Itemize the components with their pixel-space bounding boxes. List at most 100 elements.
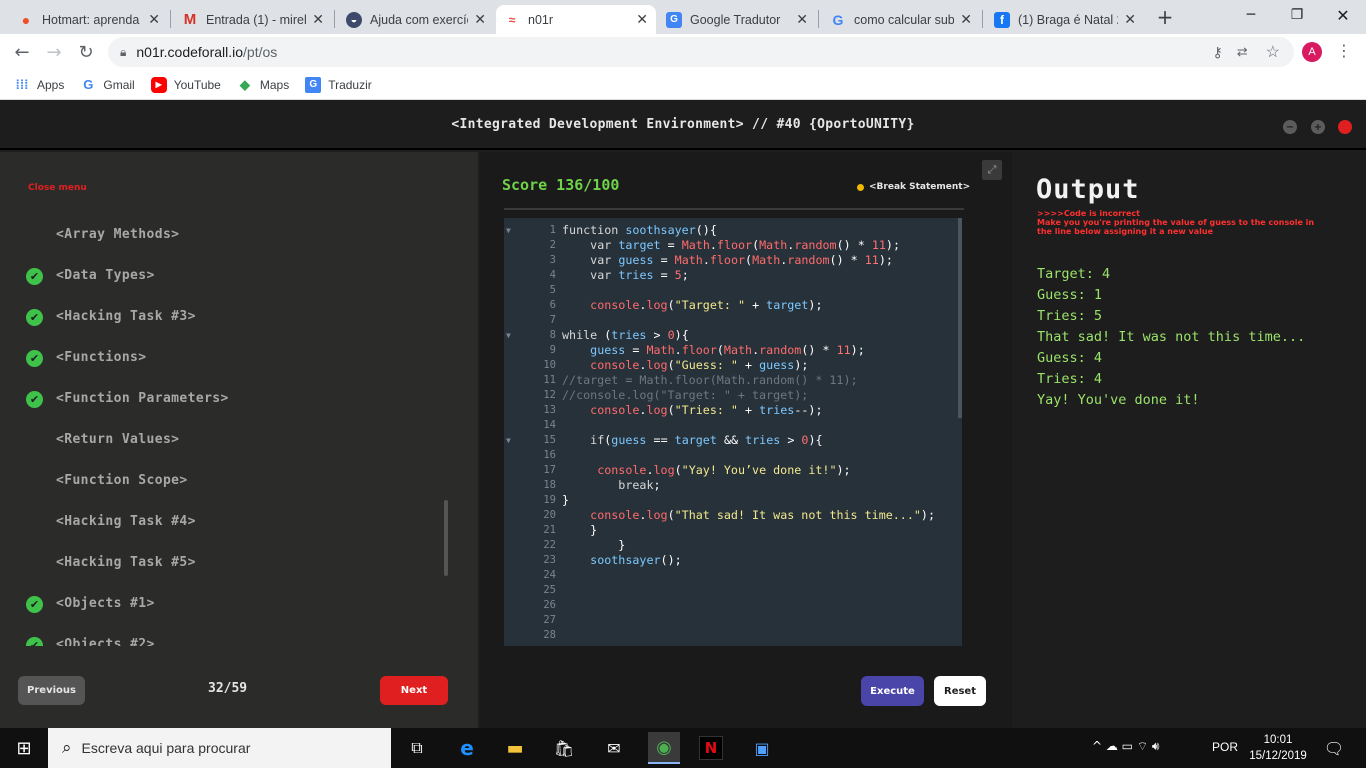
code-line[interactable]: ▼ 1 function soothsayer(){ bbox=[504, 223, 962, 238]
next-button[interactable]: Next bbox=[380, 676, 448, 705]
menu-item-function-scope[interactable]: <Function Scope> bbox=[56, 473, 188, 488]
code-line[interactable]: 13 console.log("Tries: " + tries--); bbox=[504, 403, 962, 418]
windows-start-icon[interactable]: ⊞ bbox=[10, 734, 38, 762]
code-line[interactable]: 25 bbox=[504, 583, 962, 598]
maximize-dot-icon[interactable]: + bbox=[1311, 120, 1325, 134]
code-line[interactable]: 21 } bbox=[504, 523, 962, 538]
forward-icon[interactable]: → bbox=[40, 38, 68, 66]
close-tab-icon[interactable]: ✕ bbox=[796, 11, 808, 28]
back-icon[interactable]: ← bbox=[8, 38, 36, 66]
task-view-icon[interactable]: ⧉ bbox=[403, 734, 431, 762]
translate-page-icon[interactable]: ⇄ bbox=[1237, 44, 1248, 60]
chrome-taskbar-icon[interactable]: ◉ bbox=[648, 732, 680, 764]
code-line[interactable]: 2 var target = Math.floor(Math.random() … bbox=[504, 238, 962, 253]
minimize-icon[interactable]: ─ bbox=[1228, 0, 1274, 30]
clock[interactable]: 10:01 15/12/2019 bbox=[1244, 732, 1312, 764]
store-icon[interactable]: 🛍︎ bbox=[550, 734, 578, 762]
code-line[interactable]: 5 bbox=[504, 283, 962, 298]
menu-item-return-values[interactable]: <Return Values> bbox=[56, 432, 179, 447]
code-line[interactable]: 28 bbox=[504, 628, 962, 643]
fold-toggle-icon[interactable]: ▼ bbox=[506, 433, 511, 448]
bookmark-star-icon[interactable]: ☆ bbox=[1266, 42, 1280, 62]
menu-item-array-methods[interactable]: <Array Methods> bbox=[56, 227, 179, 242]
close-tab-icon[interactable]: ✕ bbox=[636, 11, 648, 28]
tab-google-search[interactable]: G como calcular sub ✕ bbox=[822, 5, 980, 34]
mail-icon[interactable]: ✉ bbox=[600, 734, 628, 762]
tab-n01r[interactable]: ≈ n01r ✕ bbox=[496, 5, 656, 34]
code-line[interactable]: 7 bbox=[504, 313, 962, 328]
bookmark-traduzir[interactable]: G Traduzir bbox=[305, 76, 372, 93]
bookmark-youtube[interactable]: ▶ YouTube bbox=[150, 76, 221, 93]
contacts-app-icon[interactable]: ▣ bbox=[748, 734, 776, 762]
file-explorer-icon[interactable]: ▬ bbox=[501, 734, 529, 762]
tab-google-translate[interactable]: G Google Tradutor ✕ bbox=[658, 5, 816, 34]
close-tab-icon[interactable]: ✕ bbox=[148, 11, 160, 28]
code-line[interactable]: 3 var guess = Math.floor(Math.random() *… bbox=[504, 253, 962, 268]
menu-item-hacking-task-5[interactable]: <Hacking Task #5> bbox=[56, 555, 196, 570]
tab-gmail[interactable]: M Entrada (1) - mirel ✕ bbox=[174, 5, 332, 34]
tab-facebook[interactable]: f (1) Braga é Natal 2 ✕ bbox=[986, 5, 1144, 34]
edge-icon[interactable]: e bbox=[453, 734, 481, 762]
editor-scrollbar[interactable] bbox=[958, 218, 962, 418]
code-line[interactable]: 12 //console.log("Target: " + target); bbox=[504, 388, 962, 403]
input-language[interactable]: POR bbox=[1212, 740, 1238, 754]
code-line[interactable]: 22 } bbox=[504, 538, 962, 553]
minimize-dot-icon[interactable]: − bbox=[1283, 120, 1297, 134]
bookmark-maps[interactable]: ◆ Maps bbox=[237, 77, 289, 93]
tab-hotmart[interactable]: ● Hotmart: aprenda ✕ bbox=[10, 5, 168, 34]
key-icon[interactable]: ⚷ bbox=[1212, 44, 1222, 61]
taskbar-search[interactable]: ⌕ Escreva aqui para procurar bbox=[48, 728, 391, 768]
code-line[interactable]: 10 console.log("Guess: " + guess); bbox=[504, 358, 962, 373]
menu-item-hacking-task-3[interactable]: <Hacking Task #3> bbox=[56, 309, 196, 324]
code-line[interactable]: 27 bbox=[504, 613, 962, 628]
address-bar[interactable]: 🔒︎ n01r.codeforall.io/pt/os ⚷ ⇄ ☆ bbox=[108, 37, 1294, 67]
bookmark-apps[interactable]: ⁞⁞⁞ Apps bbox=[14, 77, 65, 93]
code-line[interactable]: 19} bbox=[504, 493, 962, 508]
close-dot-icon[interactable] bbox=[1338, 120, 1352, 134]
menu-item-functions[interactable]: <Functions> bbox=[56, 350, 147, 365]
system-tray-icons[interactable]: ^ ☁ ▭ ⌔ 🔊︎ bbox=[1092, 739, 1160, 754]
close-menu-link[interactable]: Close menu bbox=[28, 183, 87, 193]
close-window-icon[interactable]: ✕ bbox=[1320, 0, 1366, 30]
reload-icon[interactable]: ↻ bbox=[72, 38, 100, 66]
code-line[interactable]: 24 bbox=[504, 568, 962, 583]
code-line[interactable]: 20 console.log("That sad! It was not thi… bbox=[504, 508, 962, 523]
fold-toggle-icon[interactable]: ▼ bbox=[506, 223, 511, 238]
menu-item-data-types[interactable]: <Data Types> bbox=[56, 268, 155, 283]
profile-avatar[interactable]: A bbox=[1302, 42, 1322, 62]
code-line[interactable]: 26 bbox=[504, 598, 962, 613]
menu-item-objects-2[interactable]: <Objects #2> bbox=[56, 637, 155, 646]
code-editor[interactable]: ▼ 1 function soothsayer(){2 var target = M… bbox=[504, 218, 962, 646]
netflix-icon[interactable]: N bbox=[699, 736, 723, 760]
chrome-menu-icon[interactable]: ⋮ bbox=[1336, 41, 1352, 60]
code-line[interactable]: 17 console.log("Yay! You’ve done it!"); bbox=[504, 463, 962, 478]
menu-item-function-parameters[interactable]: <Function Parameters> bbox=[56, 391, 229, 406]
expand-icon[interactable]: ⤢ bbox=[982, 160, 1002, 180]
menu-item-hacking-task-4[interactable]: <Hacking Task #4> bbox=[56, 514, 196, 529]
code-line[interactable]: 23 soothsayer(); bbox=[504, 553, 962, 568]
code-line[interactable]: 6 console.log("Target: " + target); bbox=[504, 298, 962, 313]
close-tab-icon[interactable]: ✕ bbox=[474, 11, 486, 28]
close-tab-icon[interactable]: ✕ bbox=[312, 11, 324, 28]
previous-button[interactable]: Previous bbox=[18, 676, 85, 705]
reset-button[interactable]: Reset bbox=[934, 676, 986, 706]
restore-icon[interactable]: ❐ bbox=[1274, 0, 1320, 30]
tab-alura[interactable]: ◒ Ajuda com exercíc ✕ bbox=[338, 5, 494, 34]
fold-toggle-icon[interactable]: ▼ bbox=[506, 328, 511, 343]
code-line[interactable]: ▼ 8 while (tries > 0){ bbox=[504, 328, 962, 343]
code-line[interactable]: 4 var tries = 5; bbox=[504, 268, 962, 283]
bookmark-gmail[interactable]: G Gmail bbox=[80, 77, 134, 93]
new-tab-button[interactable]: + bbox=[1154, 5, 1176, 29]
code-line[interactable]: 9 guess = Math.floor(Math.random() * 11)… bbox=[504, 343, 962, 358]
code-line[interactable]: 11 //target = Math.floor(Math.random() * … bbox=[504, 373, 962, 388]
close-tab-icon[interactable]: ✕ bbox=[960, 11, 972, 28]
menu-scrollbar[interactable] bbox=[444, 500, 448, 576]
code-line[interactable]: ▼ 15 if(guess == target && tries > 0){ bbox=[504, 433, 962, 448]
code-line[interactable]: 14 bbox=[504, 418, 962, 433]
notifications-icon[interactable]: 🗨︎ bbox=[1320, 734, 1348, 762]
menu-item-objects-1[interactable]: <Objects #1> bbox=[56, 596, 155, 611]
code-line[interactable]: 16 bbox=[504, 448, 962, 463]
code-line[interactable]: 18 break; bbox=[504, 478, 962, 493]
close-tab-icon[interactable]: ✕ bbox=[1124, 11, 1136, 28]
execute-button[interactable]: Execute bbox=[861, 676, 924, 706]
